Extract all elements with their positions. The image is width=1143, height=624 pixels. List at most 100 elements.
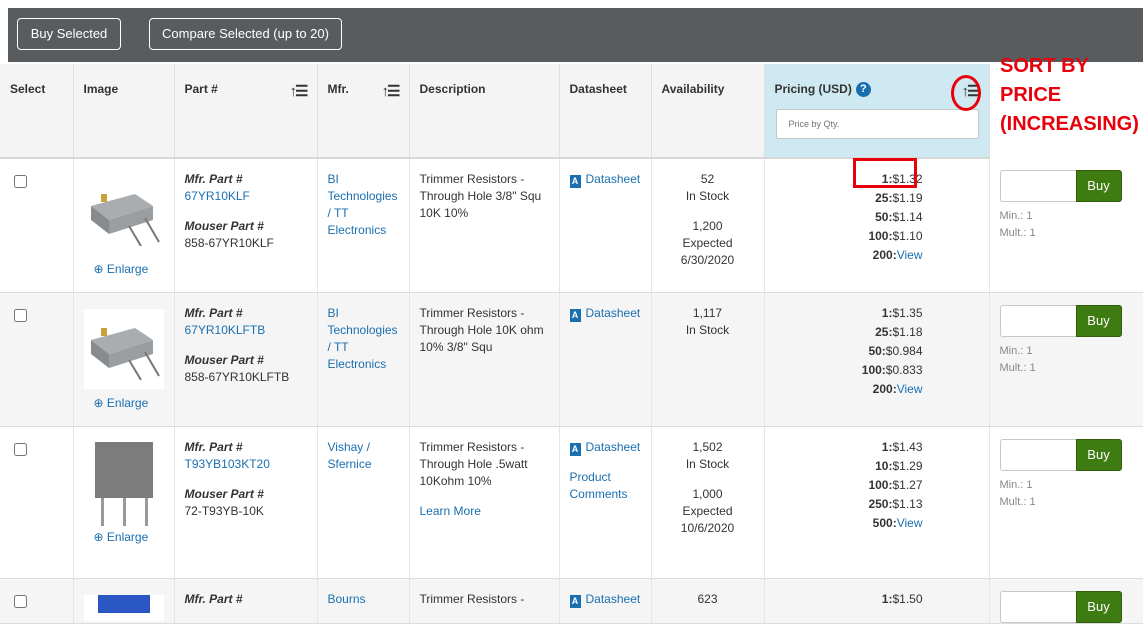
col-description: Description	[409, 64, 560, 159]
buy-cell: Buy Min.: 1 Mult.: 1	[989, 292, 1143, 427]
availability-line: 623	[697, 591, 718, 606]
col-mfr[interactable]: Mfr. ↑☰	[317, 64, 410, 159]
price-break: 250:$1.13	[775, 494, 979, 515]
mfr-part-link[interactable]: 67YR10KLF	[185, 189, 250, 203]
description-cell: Trimmer Resistors - Through Hole .5watt 10…	[409, 426, 560, 579]
compare-selected-button[interactable]: Compare Selected (up to 20)	[149, 18, 342, 50]
price-value: $1.13	[892, 496, 923, 511]
table-row: ⊕ Enlarge Mfr. Part # T93YB103KT20 Mouse…	[0, 426, 1143, 579]
description-line: 10Kohm 10%	[419, 473, 492, 488]
part-cell: Mfr. Part # 67YR10KLFTB Mouser Part # 85…	[174, 292, 318, 427]
quantity-input[interactable]	[999, 304, 1076, 337]
buy-selected-button[interactable]: Buy Selected	[17, 18, 121, 50]
part-cell: Mfr. Part # T93YB103KT20 Mouser Part # 7…	[174, 426, 318, 579]
price-qty: 1:	[881, 305, 893, 320]
price-qty: 100:	[868, 229, 893, 243]
price-break: 100:$1.27	[775, 475, 979, 496]
view-price-link[interactable]: View	[897, 248, 923, 262]
datasheet-link[interactable]: A Datasheet	[569, 440, 640, 456]
price-break: 10:$1.29	[775, 456, 979, 477]
enlarge-link[interactable]: ⊕ Enlarge	[94, 395, 164, 412]
mfr-line: Vishay /	[327, 439, 370, 454]
select-checkbox[interactable]	[14, 175, 27, 188]
product-image[interactable]	[83, 594, 164, 621]
mfr-line: Electronics	[327, 356, 387, 371]
price-break: 1:$1.43	[775, 437, 979, 458]
mfr-part-link[interactable]: 67YR10KLFTB	[185, 323, 266, 337]
col-image: Image	[73, 64, 175, 159]
product-comments-link[interactable]: Comments	[570, 487, 628, 501]
enlarge-link[interactable]: ⊕ Enlarge	[94, 529, 164, 546]
manufacturer-link[interactable]: Vishay / Sfernice	[328, 439, 399, 473]
buy-button[interactable]: Buy	[1075, 170, 1122, 202]
price-break: 200:View	[775, 379, 979, 400]
availability-cell: 1,502 In Stock 1,000 Expected 10/6/2020	[651, 426, 765, 579]
select-cell	[0, 292, 74, 427]
availability-line: 1,117	[692, 305, 723, 320]
select-checkbox[interactable]	[14, 442, 27, 456]
price-qty: 200:	[872, 248, 897, 262]
col-select: Select	[0, 64, 74, 159]
availability-cell: 52 In Stock 1,200 Expected 6/30/2020	[651, 158, 765, 293]
price-value: $1.27	[892, 477, 923, 492]
price-break: 25:$1.19	[775, 188, 979, 209]
manufacturer-link[interactable]: BI Technologies / TT Electronics	[328, 171, 399, 239]
product-image[interactable]	[83, 441, 164, 526]
mfr-part-label: Mfr. Part #	[184, 439, 243, 454]
description-line: Through Hole .5watt	[419, 456, 528, 471]
select-checkbox[interactable]	[14, 594, 27, 608]
description-line: Trimmer Resistors -	[419, 439, 525, 454]
table-row: ⊕ Enlarge Mfr. Part # 67YR10KLFTB Mouser…	[0, 292, 1143, 427]
sort-ascending-icon[interactable]: ↑☰	[290, 82, 309, 100]
enlarge-link[interactable]: ⊕ Enlarge	[94, 261, 164, 278]
mfr-part-label: Mfr. Part #	[184, 172, 243, 186]
manufacturer-link[interactable]: Bourns	[328, 591, 399, 608]
availability-line: 1,200	[692, 219, 723, 233]
product-image[interactable]	[83, 308, 164, 389]
select-cell	[0, 158, 74, 293]
view-price-link[interactable]: View	[897, 382, 923, 396]
view-price-link[interactable]: View	[897, 516, 923, 530]
table-row: Mfr. Part # Bourns Trimmer Resistors - A…	[0, 578, 1143, 624]
col-part[interactable]: Part # ↑☰	[174, 64, 318, 159]
price-by-qty-input[interactable]	[775, 109, 979, 139]
image-cell: ⊕ Enlarge	[73, 292, 175, 427]
price-value: $1.29	[892, 458, 923, 473]
description-line: 10K 10%	[419, 206, 469, 220]
quantity-input[interactable]	[999, 170, 1076, 202]
datasheet-link[interactable]: A Datasheet	[569, 172, 640, 188]
price-qty: 100:	[868, 477, 893, 492]
price-break: 500:View	[775, 513, 979, 534]
mfr-part-label: Mfr. Part #	[184, 591, 243, 606]
learn-more-link[interactable]: Learn More	[420, 504, 481, 518]
annotation-rectangle	[853, 158, 917, 188]
availability-line: Expected	[682, 503, 733, 518]
quantity-input[interactable]	[999, 438, 1076, 471]
datasheet-cell: A Datasheet Product Comments	[559, 426, 652, 579]
mouser-part-label: Mouser Part #	[184, 352, 264, 367]
mouser-part-label: Mouser Part #	[184, 219, 264, 233]
product-image[interactable]	[83, 175, 164, 255]
description-cell: Trimmer Resistors - Through Hole 3/8" Squ…	[409, 158, 560, 293]
availability-line: 6/30/2020	[680, 253, 735, 267]
manufacturer-link[interactable]: BI Technologies / TT Electronics	[328, 305, 399, 373]
datasheet-link[interactable]: A Datasheet	[569, 306, 640, 322]
sort-ascending-icon[interactable]: ↑☰	[382, 82, 401, 100]
price-value: $0.984	[885, 343, 923, 358]
col-availability: Availability	[651, 64, 765, 159]
buy-button[interactable]: Buy	[1075, 304, 1122, 337]
availability-line: 52	[700, 172, 715, 186]
description-line: 10% 3/8" Squ	[419, 339, 493, 354]
pdf-icon: A	[569, 308, 581, 322]
buy-button[interactable]: Buy	[1075, 438, 1122, 471]
mfr-line: / TT	[327, 206, 349, 220]
datasheet-link[interactable]: A Datasheet	[569, 592, 640, 608]
select-checkbox[interactable]	[14, 308, 27, 322]
price-qty: 50:	[868, 343, 886, 358]
mfr-part-link[interactable]: T93YB103KT20	[185, 457, 270, 471]
mfr-cell: BI Technologies / TT Electronics	[317, 292, 410, 427]
price-break: 100:$1.10	[775, 226, 979, 247]
product-comments-link[interactable]: Product	[570, 470, 611, 484]
question-circle-icon[interactable]: ?	[855, 82, 871, 98]
mfr-line: BI	[327, 172, 339, 186]
